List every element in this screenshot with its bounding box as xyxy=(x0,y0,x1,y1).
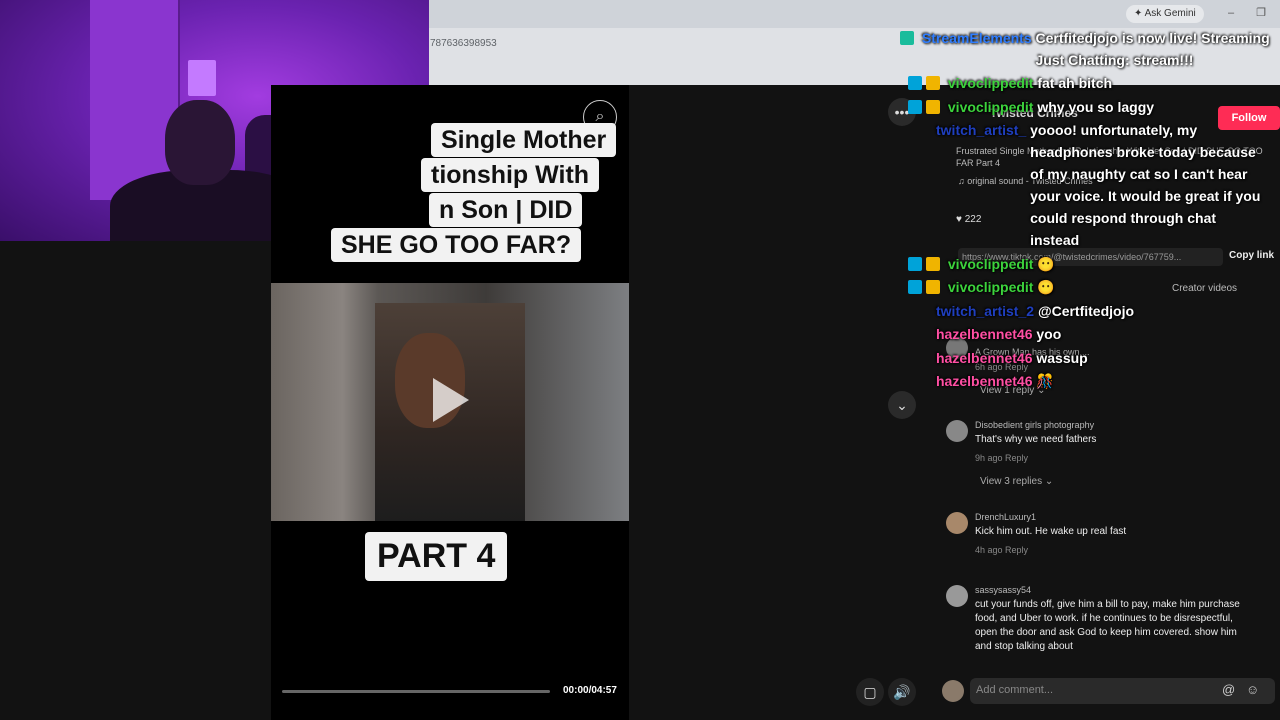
video-title-line-4: SHE GO TOO FAR? xyxy=(331,228,582,262)
ask-gemini-button[interactable]: ✦ Ask Gemini xyxy=(1126,5,1204,23)
url-fragment: 787636398953 xyxy=(430,38,497,49)
view-replies-button[interactable]: View 3 replies ⌄ xyxy=(980,476,1053,487)
more-options-icon[interactable]: ••• xyxy=(888,98,916,126)
avatar xyxy=(946,420,968,442)
creator-name[interactable]: Twisted Crimes xyxy=(990,106,1078,120)
progress-bar[interactable] xyxy=(282,690,550,693)
part-label: PART 4 xyxy=(365,532,508,581)
background-door xyxy=(90,0,180,200)
moderator-badge-icon xyxy=(908,257,922,271)
video-title-line-2: tionship With xyxy=(421,158,600,192)
video-time: 00:00/04:57 xyxy=(563,685,617,696)
list-item: A Grown Man has his own.... 6h ago Reply xyxy=(946,337,1280,372)
restore-button[interactable]: ❐ xyxy=(1252,5,1270,21)
follow-button[interactable]: Follow xyxy=(1218,106,1280,130)
add-comment-input[interactable]: Add comment... @ ☺ xyxy=(970,678,1275,704)
like-count[interactable]: ♥ 222 xyxy=(956,214,981,225)
avatar xyxy=(946,585,968,607)
avatar xyxy=(942,680,964,702)
stream-view: ✦ Ask Gemini – ❐ 787636398953 ⌕ Single M… xyxy=(0,0,1280,720)
streamer-head xyxy=(165,100,235,185)
mention-icon[interactable]: @ xyxy=(1222,682,1235,697)
sparkle-icon: ✦ xyxy=(1134,8,1145,19)
list-item: DrenchLuxury1 Kick him out. He wake up r… xyxy=(946,512,1280,557)
video-frame xyxy=(271,283,629,521)
list-item: Disobedient girls photography That's why… xyxy=(946,420,1280,465)
video-description: Frustrated Single Mother In A Relationsh… xyxy=(956,146,1263,168)
play-icon[interactable] xyxy=(433,378,469,422)
link-field: https://www.tiktok.com/@twistedcrimes/vi… xyxy=(958,248,1223,266)
avatar xyxy=(946,512,968,534)
volume-icon[interactable]: 🔊 xyxy=(888,678,916,706)
caption-icon[interactable]: ▢ xyxy=(856,678,884,706)
video-title-line-1: Single Mother xyxy=(431,123,617,157)
wall-light xyxy=(188,60,216,96)
heart-icon: ♥ xyxy=(956,214,965,225)
copy-link-button[interactable]: Copy link xyxy=(1229,250,1274,261)
chevron-down-icon[interactable]: ⌄ xyxy=(888,391,916,419)
video-title-line-3: n Son | DID xyxy=(429,193,583,227)
minimize-button[interactable]: – xyxy=(1222,5,1240,21)
view-replies-button[interactable]: View 1 reply ⌄ xyxy=(980,385,1045,396)
moderator-badge-icon xyxy=(908,280,922,294)
original-sound[interactable]: ♫ original sound - Twisted Crimes xyxy=(958,176,1093,186)
tab-creator-videos[interactable]: Creator videos xyxy=(1172,283,1237,294)
video-player[interactable]: ⌕ Single Mother tionship With n Son | DI… xyxy=(271,85,629,720)
list-item: sassysassy54 cut your funds off, give hi… xyxy=(946,585,1280,665)
avatar xyxy=(946,337,968,359)
emoji-icon[interactable]: ☺ xyxy=(1246,682,1259,697)
